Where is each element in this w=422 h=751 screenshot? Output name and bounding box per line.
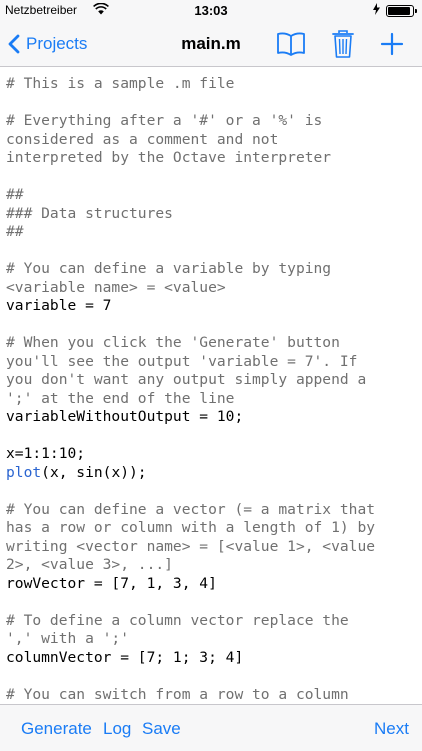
trash-icon[interactable] [332,28,354,60]
code-line: has a row or column with a length of 1) … [6,519,376,536]
code-line: ',' with a ';' [6,630,130,647]
log-button[interactable]: Log [103,719,131,739]
code-line: # To define a column vector replace the [6,611,349,629]
code-text[interactable]: # This is a sample .m file # Everything … [0,67,422,704]
code-line: variable = 7 [6,297,112,314]
back-button-label: Projects [26,34,88,53]
next-button[interactable]: Next [374,719,409,739]
code-line: <variable name> = <value> [6,278,226,296]
battery-icon [386,5,417,17]
code-line: you don't want any output simply append … [6,371,367,388]
code-line: you'll see the output 'variable = 7'. If [6,352,358,370]
code-line: variableWithoutOutput = 10; [6,408,244,425]
code-line: ';' at the end of the line [6,389,235,407]
generate-button[interactable]: Generate [21,719,92,739]
book-icon[interactable] [276,28,306,60]
navigation-bar: Projects main.m [0,22,422,67]
code-line: # You can define a variable by typing [6,260,332,277]
back-projects-button[interactable]: Projects [8,30,87,58]
code-line: # Everything after a '#' or a '%' is [6,112,323,129]
code-line: x=1:1:10; [6,445,86,462]
bottom-toolbar: Generate Log Save Next [0,704,422,751]
battery-nub [415,9,417,13]
code-line: considered as a comment and not [6,130,279,148]
code-line: rowVector = [7, 1, 3, 4] [6,574,217,592]
code-line: # This is a sample .m file [6,75,235,92]
code-line: # When you click the 'Generate' button [6,334,340,351]
code-line: columnVector = [7; 1; 3; 4] [6,648,244,666]
save-button[interactable]: Save [142,719,181,739]
status-bar: Netzbetreiber 13:03 [0,0,422,22]
code-editor[interactable]: # This is a sample .m file # Everything … [0,67,422,704]
code-line: 2>, <value 3>, ...] [6,556,173,573]
code-line: # You can switch from a row to a column [6,685,349,703]
function-name: plot [6,463,42,481]
chevron-left-icon [8,34,20,54]
plus-icon[interactable] [380,28,404,60]
status-time: 13:03 [194,3,228,18]
bolt-icon [373,3,380,18]
battery-fill [388,7,411,15]
function-args: (x, sin(x)); [41,463,147,481]
code-line: ### Data structures [6,204,173,222]
code-line: interpreted by the Octave interpreter [6,149,332,166]
code-line: ## [6,223,24,240]
code-line: # You can define a vector (= a matrix th… [6,500,376,518]
code-line: ## [6,186,24,203]
code-line: writing <vector name> = [<value 1>, <val… [6,537,376,555]
code-line: plot(x, sin(x)); [6,464,416,483]
